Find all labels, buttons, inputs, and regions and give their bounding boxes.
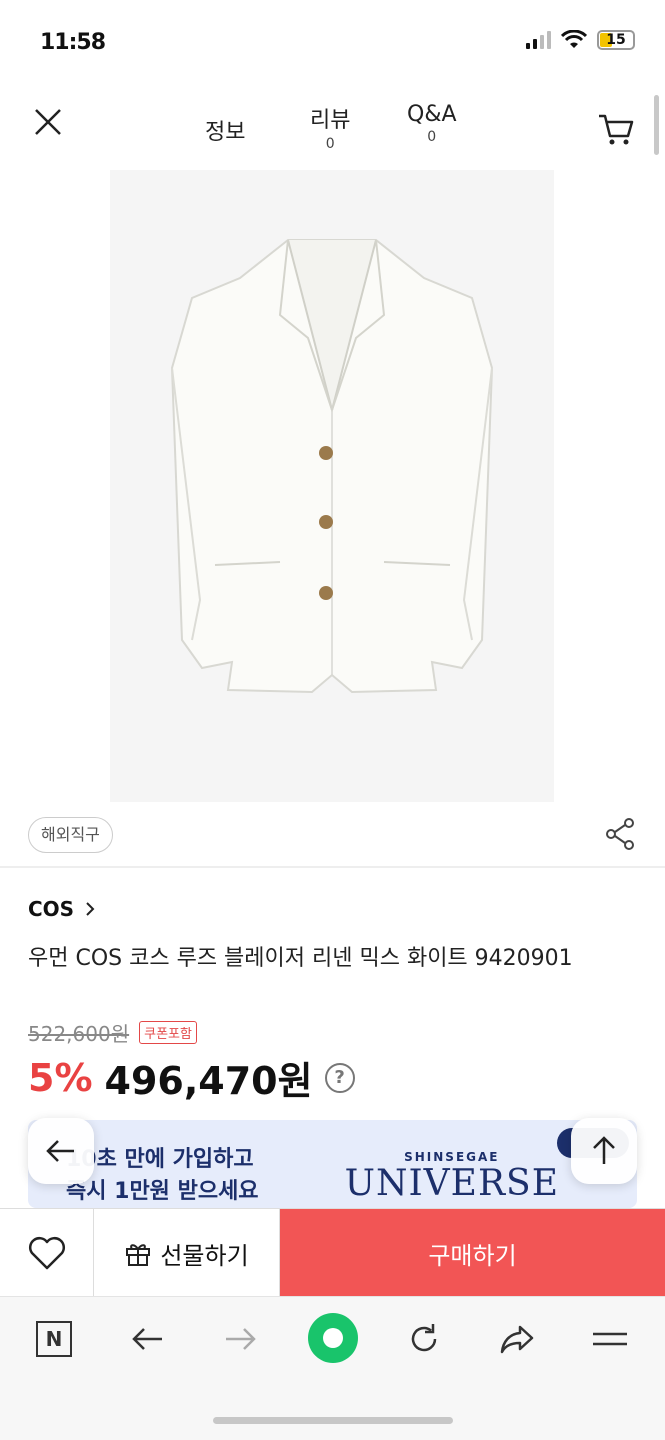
arrow-left-icon bbox=[46, 1140, 74, 1162]
cart-button[interactable] bbox=[597, 110, 635, 148]
naver-green-dot-button[interactable] bbox=[308, 1313, 358, 1363]
status-time: 11:58 bbox=[40, 30, 106, 55]
arrow-up-icon bbox=[593, 1136, 615, 1164]
coupon-tag: 쿠폰포함 bbox=[139, 1021, 197, 1044]
tab-qna-label: Q&A bbox=[407, 102, 457, 127]
product-image[interactable] bbox=[110, 170, 554, 802]
banner-brand: SHINSEGAE UNIVERSE bbox=[345, 1150, 559, 1204]
help-icon[interactable]: ? bbox=[324, 1062, 355, 1093]
browser-back-button[interactable] bbox=[126, 1317, 170, 1361]
cart-icon bbox=[599, 114, 634, 145]
gift-label: 선물하기 bbox=[160, 1241, 249, 1270]
chevron-right-icon bbox=[86, 902, 95, 916]
banner-brand-large: UNIVERSE bbox=[344, 1163, 559, 1204]
signal-icon bbox=[526, 31, 551, 49]
badge-row: 해외직구 bbox=[0, 815, 665, 865]
battery-level: 15 bbox=[606, 32, 626, 48]
discount-rate: 5% bbox=[28, 1055, 93, 1100]
banner-line-2: 즉시 1만원 받으세요 bbox=[66, 1179, 259, 1204]
brand-name: COS bbox=[28, 897, 75, 921]
blazer-image bbox=[170, 239, 494, 694]
brand-link[interactable]: COS bbox=[28, 897, 96, 921]
tab-reviews-label: 리뷰 bbox=[310, 108, 351, 133]
scroll-top-button[interactable] bbox=[571, 1118, 637, 1184]
refresh-button[interactable] bbox=[402, 1317, 446, 1361]
refresh-icon bbox=[411, 1324, 437, 1352]
status-bar: 11:58 15 bbox=[0, 0, 665, 90]
arrow-left-icon bbox=[132, 1328, 162, 1350]
purchase-bar: 선물하기 구매하기 bbox=[0, 1208, 665, 1297]
buy-button[interactable]: 구매하기 bbox=[280, 1209, 665, 1297]
menu-button[interactable] bbox=[588, 1317, 632, 1361]
naver-home-button[interactable]: N bbox=[32, 1317, 76, 1361]
banner-brand-small: SHINSEGAE bbox=[404, 1150, 500, 1164]
arrow-right-icon bbox=[226, 1328, 256, 1350]
gift-button[interactable]: 선물하기 bbox=[94, 1209, 280, 1297]
heart-icon bbox=[28, 1237, 65, 1270]
browser-share-button[interactable] bbox=[495, 1317, 539, 1361]
share-icon bbox=[606, 818, 634, 850]
browser-forward-button[interactable] bbox=[218, 1317, 262, 1361]
tab-info-label: 정보 bbox=[205, 120, 246, 145]
price-row: 5% 496,470원 ? bbox=[28, 1050, 355, 1105]
tab-reviews-count: 0 bbox=[325, 136, 335, 152]
tab-info[interactable]: 정보 bbox=[205, 102, 245, 146]
top-nav: 정보 리뷰 0 Q&A 0 bbox=[0, 90, 665, 170]
gift-icon bbox=[126, 1244, 151, 1266]
wishlist-button[interactable] bbox=[0, 1209, 94, 1297]
sale-price: 496,470원 bbox=[104, 1059, 313, 1103]
status-icons: 15 bbox=[526, 30, 635, 50]
tab-qna[interactable]: Q&A 0 bbox=[407, 102, 457, 145]
promo-banner[interactable]: 10초 만에 가입하고 즉시 1만원 받으세요 SHINSEGAE UNIVER… bbox=[28, 1120, 637, 1208]
home-indicator bbox=[213, 1417, 453, 1424]
overseas-badge: 해외직구 bbox=[28, 817, 113, 853]
original-price: 522,600원 bbox=[28, 1022, 130, 1046]
tab-qna-count: 0 bbox=[427, 129, 437, 145]
naver-n-icon: N bbox=[36, 1321, 72, 1357]
battery-icon: 15 bbox=[597, 30, 635, 50]
share-button[interactable] bbox=[603, 817, 637, 851]
tab-reviews[interactable]: 리뷰 0 bbox=[310, 102, 350, 152]
menu-icon bbox=[593, 1332, 627, 1346]
original-price-row: 522,600원 쿠폰포함 bbox=[28, 1018, 197, 1047]
scrollbar[interactable] bbox=[654, 95, 659, 155]
close-button[interactable] bbox=[28, 102, 68, 142]
banner-line-1: 10초 만에 가입하고 bbox=[66, 1147, 254, 1172]
banner-text: 10초 만에 가입하고 즉시 1만원 받으세요 bbox=[66, 1144, 259, 1208]
browser-toolbar: N bbox=[0, 1296, 665, 1440]
share-arrow-icon bbox=[500, 1325, 534, 1354]
close-icon bbox=[35, 109, 61, 135]
divider bbox=[0, 866, 665, 868]
back-floating-button[interactable] bbox=[28, 1118, 94, 1184]
product-title: 우먼 COS 코스 루즈 블레이저 리넨 믹스 화이트 9420901 bbox=[28, 946, 573, 971]
wifi-icon bbox=[561, 30, 587, 48]
